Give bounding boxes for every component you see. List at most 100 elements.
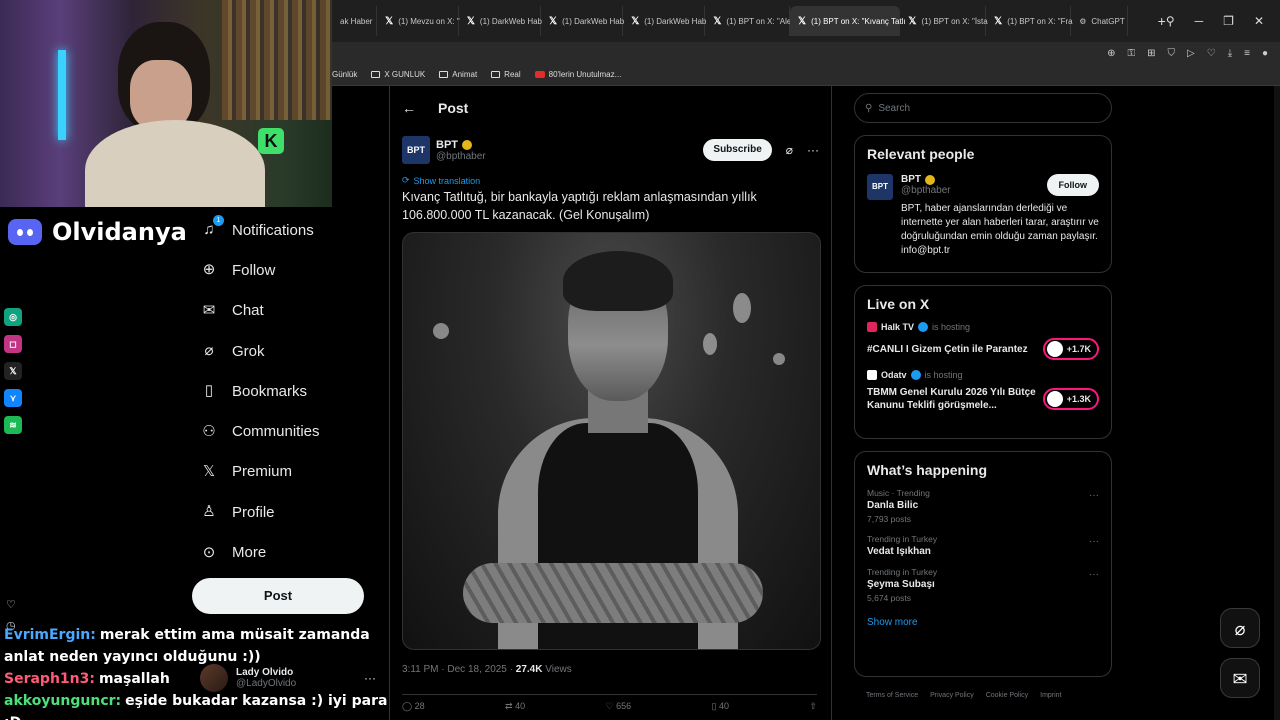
zoom-icon[interactable]: ⊕	[1107, 48, 1115, 59]
footer-link[interactable]: Cookie Policy	[986, 692, 1028, 699]
nav-grok[interactable]: ⌀ Grok	[190, 331, 380, 371]
repost-button[interactable]: ⇄ 40	[505, 701, 525, 712]
live-listener-count[interactable]: +1.7K	[1042, 338, 1099, 360]
bookmark-folder[interactable]: Animat	[439, 70, 477, 79]
browser-tab[interactable]: 𝕏 (1) BPT on X: "Ale	[705, 6, 791, 36]
scrollbar[interactable]	[1274, 86, 1280, 720]
browser-tab[interactable]: 𝕏 (1) DarkWeb Hab	[623, 6, 706, 36]
author-name-row[interactable]: BPT	[436, 139, 486, 151]
trend-count: 5,674 posts	[867, 593, 911, 603]
heart-icon[interactable]: ♡	[1207, 48, 1216, 59]
nav-communities[interactable]: ⚇ Communities	[190, 411, 380, 451]
nav-label: Profile	[232, 503, 275, 521]
bookmark-folder[interactable]: Real	[491, 70, 521, 79]
trend-category: Trending in Turkey	[867, 567, 938, 577]
nav-premium[interactable]: 𝕏 Premium	[190, 452, 380, 492]
trend-item[interactable]: Music · Trending Danla Bilic 7,793 posts…	[855, 478, 1111, 524]
mail-icon: ✉	[202, 301, 216, 319]
browser-tab[interactable]: 𝕏 (1) Mevzu on X: "	[377, 6, 460, 36]
grok-icon[interactable]: ⌀	[786, 143, 793, 157]
nav-chat[interactable]: ✉ Chat	[190, 291, 380, 331]
footer-links: Terms of Service Privacy Policy Cookie P…	[866, 692, 1062, 699]
browser-tab[interactable]: 𝕏 (1) BPT on X: "İsta	[900, 6, 988, 36]
browser-tab[interactable]: ak Haber	[332, 6, 378, 36]
share-button[interactable]: ⇧	[809, 701, 817, 712]
nav-follow[interactable]: ⊕ Follow	[190, 250, 380, 290]
count-label: +1.3K	[1066, 394, 1091, 404]
shield-icon[interactable]: ⛉	[1168, 48, 1176, 59]
bookmark-item[interactable]: 80'lerin Unutulmaz...	[534, 70, 621, 79]
search-input[interactable]: ⚲ Search	[854, 93, 1112, 123]
person-name-row: BPT	[901, 174, 951, 185]
live-row: #CANLI I Gizem Çetin ile Parantez +1.7K	[867, 338, 1099, 360]
live-item[interactable]: Odatv is hosting TBMM Genel Kurulu 2026 Y…	[855, 360, 1111, 412]
messages-float-button[interactable]: ✉	[1220, 658, 1260, 698]
footer-link[interactable]: Imprint	[1040, 692, 1061, 699]
browser-tab[interactable]: 𝕏 (1) DarkWeb Hab	[459, 6, 542, 36]
restore-icon[interactable]: ❐	[1223, 14, 1234, 28]
trend-item[interactable]: Trending in Turkey Şeyma Subaşı 5,674 po…	[855, 557, 1111, 603]
post-timestamp[interactable]: 3:11 PM · Dec 18, 2025 ·	[402, 664, 516, 675]
play-icon[interactable]: ▷	[1187, 48, 1195, 59]
post-photo[interactable]	[402, 232, 821, 650]
bookmark-button[interactable]: ▯ 40	[712, 701, 729, 712]
browser-tab-active[interactable]: 𝕏 (1) BPT on X: "Kıvanç Tatlı	[790, 6, 906, 36]
subscribe-button[interactable]: Subscribe	[703, 139, 772, 161]
extension-icon[interactable]: ⊞	[1147, 48, 1155, 59]
relevant-person[interactable]: BPT BPT @bpthaber Follow	[855, 162, 1111, 200]
like-button[interactable]: ♡ 656	[606, 701, 632, 712]
trend-item[interactable]: Trending in Turkey Vedat Işıkhan ···	[855, 524, 1111, 557]
more-icon[interactable]: ···	[1089, 490, 1099, 501]
person-name: BPT	[901, 174, 921, 185]
live-listener-count[interactable]: +1.3K	[1042, 388, 1099, 410]
nav-profile[interactable]: ♙ Profile	[190, 492, 380, 532]
search-tabs-icon[interactable]: ⚲	[1166, 14, 1175, 28]
x-favicon-icon: 𝕏	[798, 15, 807, 27]
live-item[interactable]: Halk TV is hosting #CANLI I Gizem Çetin i…	[855, 312, 1111, 360]
live-title: TBMM Genel Kurulu 2026 Yılı Bütçe Kanunu…	[867, 387, 1036, 411]
compose-post-button[interactable]: Post	[192, 578, 364, 614]
profile-icon[interactable]: ●	[1262, 48, 1268, 59]
chat-text: maşallah	[98, 671, 170, 687]
author-avatar[interactable]: BPT	[402, 136, 430, 164]
author-handle[interactable]: @bpthaber	[436, 151, 486, 162]
heart-icon: ♡	[605, 701, 617, 711]
nav-notifications[interactable]: ♫ 1 Notifications	[190, 210, 380, 250]
folder-icon	[371, 71, 381, 78]
grok-icon: ⌀	[204, 342, 214, 360]
show-translation-link[interactable]: ⟳ Show translation	[402, 175, 480, 186]
nav-bookmarks[interactable]: ▯ Bookmarks	[190, 371, 380, 411]
new-tab-button[interactable]: +	[1158, 13, 1166, 29]
grok-float-button[interactable]: ⌀	[1220, 608, 1260, 648]
key-icon[interactable]: ⚿	[1128, 48, 1136, 59]
show-more-link[interactable]: Show more	[855, 603, 1111, 638]
stream-chat: EvrimErgin: merak ettim ama müsait zamand…	[4, 624, 394, 720]
bookmark-item[interactable]: Günlük	[332, 70, 357, 79]
nav-label: Bookmarks	[232, 382, 308, 400]
browser-tab[interactable]: 𝕏 (1) BPT on X: "Fra	[986, 6, 1073, 36]
more-icon[interactable]: ···	[1089, 569, 1099, 580]
repost-icon: ⇄	[505, 701, 516, 711]
download-icon[interactable]: ⤓	[1228, 48, 1232, 59]
more-icon[interactable]: ···	[1089, 536, 1099, 547]
reply-button[interactable]: ◯ 28	[402, 701, 425, 712]
back-arrow-icon[interactable]: ←	[402, 100, 416, 116]
nav-more[interactable]: ⊙ More	[190, 532, 380, 572]
follow-button[interactable]: Follow	[1046, 174, 1099, 196]
menu-icon[interactable]: ≡	[1244, 48, 1250, 59]
live-on-x-card: Live on X Halk TV is hosting #CANLI I Giz…	[854, 285, 1112, 439]
person-bio: BPT, haber ajanslarından derlediği ve in…	[901, 203, 1099, 256]
bell-icon: ♫ 1	[200, 215, 224, 239]
x-favicon-icon: 𝕏	[466, 15, 475, 27]
translate-icon: ⟳	[402, 175, 410, 185]
minimize-icon[interactable]: ─	[1195, 14, 1204, 28]
browser-tab[interactable]: ⚙ ChatGPT	[1071, 6, 1128, 36]
browser-tab[interactable]: 𝕏 (1) DarkWeb Hab	[541, 6, 624, 36]
chat-message: Seraph1n3: maşallah	[4, 668, 394, 690]
close-icon[interactable]: ✕	[1254, 14, 1264, 28]
bookmark-folder[interactable]: X GUNLUK	[371, 70, 425, 79]
more-icon[interactable]: ···	[807, 143, 819, 157]
count-label: +1.7K	[1066, 344, 1091, 354]
footer-link[interactable]: Terms of Service	[866, 692, 918, 699]
footer-link[interactable]: Privacy Policy	[930, 692, 974, 699]
